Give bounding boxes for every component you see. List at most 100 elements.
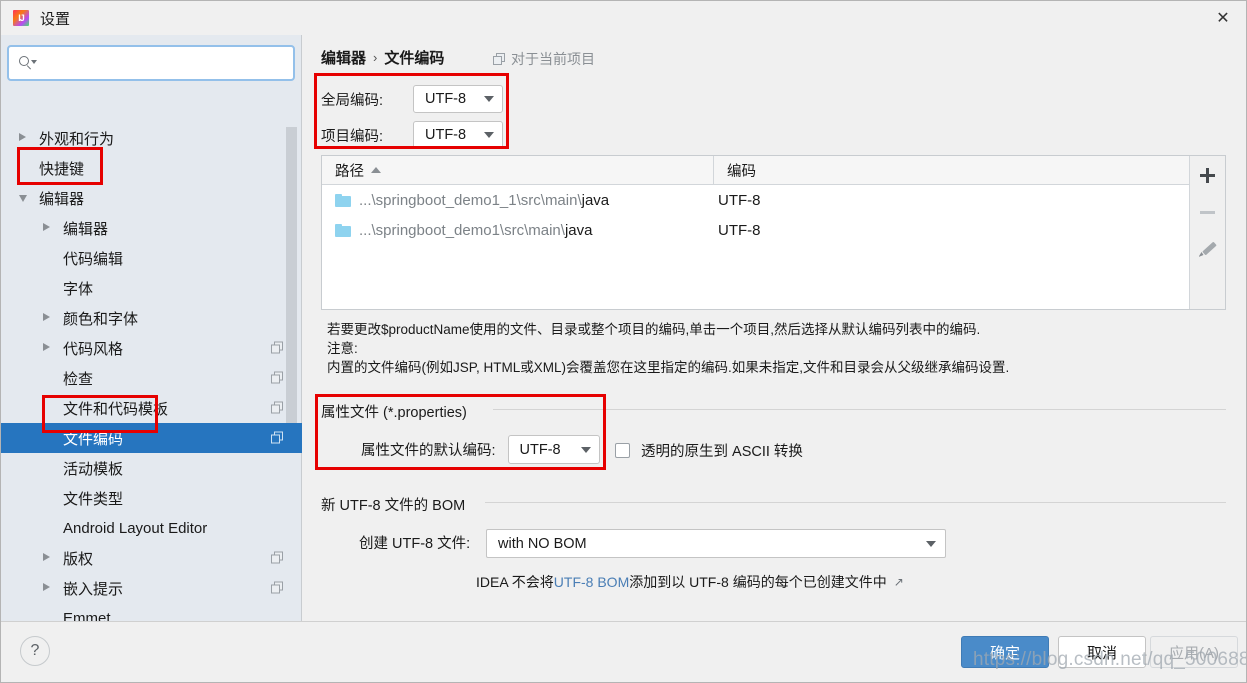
apply-button[interactable]: 应用(A) (1150, 636, 1238, 668)
encodings-description: 若要更改$productName使用的文件、目录或整个项目的编码,单击一个项目,… (327, 320, 1227, 377)
description-line-3: 内置的文件编码(例如JSP, HTML或XML)会覆盖您在这里指定的编码.如果未… (327, 360, 1010, 375)
folder-icon (335, 223, 351, 237)
cell-path: ...\springboot_demo1_1\src\main\java (322, 192, 714, 209)
sidebar-item-6[interactable]: 颜色和字体 (1, 303, 302, 333)
edit-icon[interactable] (1195, 236, 1221, 262)
project-scope-note: 对于当前项目 (493, 49, 595, 69)
sidebar-item-15[interactable]: 嵌入提示 (1, 573, 302, 603)
sidebar-item-13[interactable]: Android Layout Editor (1, 513, 302, 543)
properties-group-title: 属性文件 (*.properties) (321, 401, 475, 422)
table-toolbar (1189, 156, 1225, 309)
sidebar-item-5[interactable]: 字体 (1, 273, 302, 303)
sidebar-item-2[interactable]: 编辑器 (1, 183, 302, 213)
cell-encoding: UTF-8 (718, 191, 761, 209)
breadcrumb: 编辑器 › 文件编码 (321, 47, 444, 68)
chevron-down-icon (926, 540, 936, 547)
add-icon[interactable] (1195, 162, 1221, 188)
breadcrumb-separator-icon: › (373, 50, 378, 65)
chevron-right-icon[interactable] (43, 583, 50, 591)
chevron-right-icon[interactable] (19, 133, 26, 141)
remove-icon (1195, 199, 1221, 225)
project-encoding-select[interactable]: UTF-8 (413, 121, 503, 149)
native-to-ascii-checkbox[interactable] (615, 443, 630, 458)
bom-create-label: 创建 UTF-8 文件: (359, 536, 471, 552)
close-icon[interactable]: ✕ (1200, 1, 1246, 34)
chevron-down-icon (484, 132, 494, 138)
settings-tree: 外观和行为 快捷键 编辑器 编辑器 代码编辑 字体 颜色和字体 代码风格 检查 文件和代码模板 文件… (1, 123, 302, 655)
global-encoding-select[interactable]: UTF-8 (413, 85, 503, 113)
title-bar: 设置 ✕ (1, 1, 1246, 35)
chevron-down-icon[interactable] (19, 195, 27, 202)
chevron-right-icon[interactable] (43, 313, 50, 321)
search-input[interactable] (36, 55, 292, 71)
encodings-table: 路径 编码 ...\springboot_demo1_1\src\main\ja… (321, 155, 1226, 310)
sidebar-item-label: 文件和代码模板 (63, 400, 169, 418)
bom-hint-pre: IDEA 不会将 (476, 574, 554, 590)
description-line-1: 若要更改$productName使用的文件、目录或整个项目的编码,单击一个项目,… (327, 322, 981, 337)
sidebar-item-4[interactable]: 代码编辑 (1, 243, 302, 273)
column-header-path[interactable]: 路径 (322, 156, 714, 184)
breadcrumb-parent[interactable]: 编辑器 (321, 47, 366, 68)
bom-hint: IDEA 不会将 UTF-8 BOM 添加到以 UTF-8 编码的每个已创建文件… (476, 572, 904, 592)
bom-create-row: 创建 UTF-8 文件: (359, 532, 484, 553)
table-row[interactable]: ...\springboot_demo1\src\main\java UTF-8 (322, 215, 1189, 245)
sidebar-item-9[interactable]: 文件和代码模板 (1, 393, 302, 423)
sidebar-item-label: 代码风格 (63, 340, 124, 358)
sidebar-item-12[interactable]: 文件类型 (1, 483, 302, 513)
sidebar-item-label: 编辑器 (63, 220, 109, 238)
sidebar-item-3[interactable]: 编辑器 (1, 213, 302, 243)
bom-create-select[interactable]: with NO BOM (486, 529, 946, 558)
folder-icon (335, 193, 351, 207)
description-line-2: 注意: (327, 341, 358, 356)
cell-encoding: UTF-8 (718, 221, 761, 239)
bom-group-divider (485, 502, 1226, 503)
cancel-button[interactable]: 取消 (1058, 636, 1146, 668)
settings-dialog: 设置 ✕ 外观和行为快捷键编辑器编辑器代码编辑字体颜色和字体代码风格检查文件和代… (0, 0, 1247, 683)
settings-sidebar: 外观和行为 快捷键 编辑器 编辑器 代码编辑 字体 颜色和字体 代码风格 检查 文件和代码模板 文件… (1, 35, 302, 655)
sidebar-item-11[interactable]: 活动模板 (1, 453, 302, 483)
sidebar-item-label: 版权 (63, 550, 94, 568)
bom-hint-link[interactable]: UTF-8 BOM (554, 574, 629, 590)
sidebar-item-14[interactable]: 版权 (1, 543, 302, 573)
sidebar-item-0[interactable]: 外观和行为 (1, 123, 302, 153)
sidebar-item-8[interactable]: 检查 (1, 363, 302, 393)
chevron-right-icon[interactable] (43, 553, 50, 561)
settings-main-panel: 编辑器 › 文件编码 对于当前项目 全局编码: UTF-8 项目编码: UTF-… (303, 35, 1246, 623)
properties-encoding-value: UTF-8 (519, 441, 561, 458)
cell-path: ...\springboot_demo1\src\main\java (322, 222, 714, 239)
chevron-right-icon[interactable] (43, 343, 50, 351)
bom-hint-post: 添加到以 UTF-8 编码的每个已创建文件中 (629, 574, 887, 590)
properties-encoding-select[interactable]: UTF-8 (507, 435, 600, 464)
project-encoding-value: UTF-8 (425, 127, 467, 143)
sidebar-item-label: 文件编码 (63, 430, 124, 448)
external-link-icon[interactable]: ↗ (894, 575, 904, 589)
native-to-ascii-label: 透明的原生到 ASCII 转换 (641, 444, 803, 460)
sidebar-item-label: 检查 (63, 370, 94, 388)
chevron-down-icon (580, 446, 591, 453)
project-scope-icon (271, 431, 284, 445)
search-icon (19, 55, 37, 72)
sidebar-item-label: 代码编辑 (63, 250, 124, 268)
project-scope-icon (271, 551, 284, 565)
search-box[interactable] (7, 45, 295, 81)
native-to-ascii-row[interactable]: 透明的原生到 ASCII 转换 (615, 440, 803, 461)
dialog-footer: ? 确定 取消 应用(A) (1, 621, 1246, 682)
project-scope-icon (493, 52, 506, 66)
sidebar-item-10[interactable]: 文件编码 (1, 423, 302, 453)
sidebar-item-label: 文件类型 (63, 490, 124, 508)
table-header-row: 路径 编码 (322, 156, 1189, 185)
sidebar-item-label: 编辑器 (39, 190, 85, 208)
help-button[interactable]: ? (20, 636, 50, 666)
column-header-encoding[interactable]: 编码 (714, 156, 1189, 184)
properties-group-divider (493, 409, 1226, 410)
chevron-right-icon[interactable] (43, 223, 50, 231)
sidebar-item-label: Android Layout Editor (63, 519, 208, 537)
properties-encoding-label: 属性文件的默认编码: (361, 443, 496, 459)
encodings-table-body: 路径 编码 ...\springboot_demo1_1\src\main\ja… (322, 156, 1189, 309)
sidebar-item-1[interactable]: 快捷键 (1, 153, 302, 183)
table-row[interactable]: ...\springboot_demo1_1\src\main\java UTF-… (322, 185, 1189, 215)
intellij-idea-icon (13, 10, 29, 26)
ok-button[interactable]: 确定 (961, 636, 1049, 668)
project-encoding-row: 项目编码: UTF-8 (321, 121, 503, 149)
sidebar-item-7[interactable]: 代码风格 (1, 333, 302, 363)
